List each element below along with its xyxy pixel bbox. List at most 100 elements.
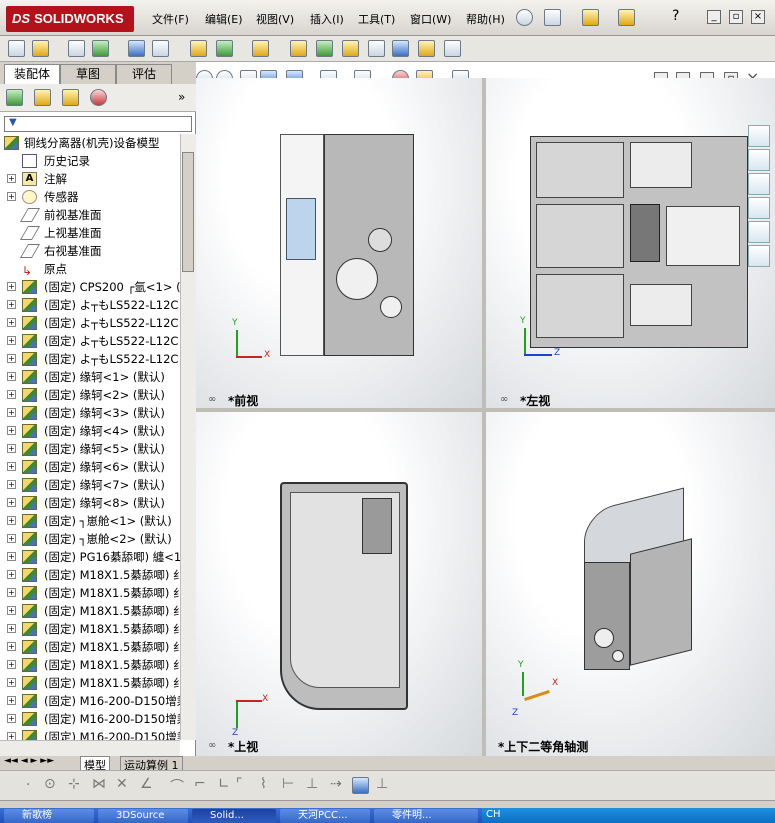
tree-item[interactable]: + (固定) M18X1.5綦舔唧) 纟 xyxy=(0,620,180,638)
appearances-scenes-icon[interactable] xyxy=(748,221,770,243)
edit-component-icon[interactable] xyxy=(68,40,85,57)
angle-icon[interactable]: ∟ xyxy=(218,776,230,792)
viewport-front[interactable]: Y X ∞ *前视 xyxy=(196,78,482,408)
tree-item[interactable]: + (固定) PG16綦舔唧) 纏<1 xyxy=(0,548,180,566)
help-question-icon[interactable]: ? xyxy=(672,8,679,24)
expand-toggle-icon[interactable]: + xyxy=(7,354,16,363)
tree-item[interactable]: 右视基准面 xyxy=(0,242,180,260)
tree-item[interactable]: + (固定) ┐崽舱<1> (默认) xyxy=(0,512,180,530)
expand-toggle-icon[interactable]: + xyxy=(7,282,16,291)
tree-item[interactable]: + (固定) M16-200-D150增乘 xyxy=(0,692,180,710)
tree-item[interactable]: + (固定) M18X1.5綦舔唧) 纟 xyxy=(0,566,180,584)
exploded-view-icon[interactable] xyxy=(342,40,359,57)
3d-sketch-icon[interactable] xyxy=(352,777,369,794)
menu-help[interactable]: 帮助(H) xyxy=(466,11,505,27)
tree-scroll-thumb[interactable] xyxy=(182,152,194,272)
tree-item[interactable]: + (固定) 缘轲<2> (默认) xyxy=(0,386,180,404)
tree-item[interactable]: + (固定) よ┬もLS522-L12C xyxy=(0,332,180,350)
tree-item[interactable]: + (固定) 缘轲<6> (默认) xyxy=(0,458,180,476)
tree-filter-input[interactable]: ▼ xyxy=(4,116,192,132)
restore-button[interactable]: ▫ xyxy=(729,10,743,24)
move-entities-icon[interactable]: ⊥ xyxy=(376,776,388,792)
expand-toggle-icon[interactable]: + xyxy=(7,192,16,201)
rebuild-warning-icon[interactable] xyxy=(618,9,635,26)
link-views-icon[interactable]: ∞ xyxy=(500,394,508,405)
link-views-icon[interactable]: ∞ xyxy=(208,394,216,405)
tree-item[interactable]: + (固定) M18X1.5綦舔唧) 纟 xyxy=(0,602,180,620)
viewport-isometric[interactable]: Y X Z *上下二等角轴测 xyxy=(486,412,775,756)
expand-toggle-icon[interactable]: + xyxy=(7,696,16,705)
taskbar-item-solidworks[interactable]: Solid... xyxy=(192,809,276,823)
tree-item[interactable]: + (固定) M16-200-D150增乘 xyxy=(0,710,180,728)
reference-geometry-icon[interactable] xyxy=(252,40,269,57)
tree-item[interactable]: + (固定) M16-200-D150增乘 xyxy=(0,728,180,740)
expand-toggle-icon[interactable]: + xyxy=(7,480,16,489)
viewport-horizontal-splitter[interactable] xyxy=(196,408,775,412)
tree-item[interactable]: + (固定) M18X1.5綦舔唧) 纟 xyxy=(0,674,180,692)
menu-view[interactable]: 视图(V) xyxy=(256,11,294,27)
expand-toggle-icon[interactable]: + xyxy=(7,426,16,435)
instant3d-icon[interactable] xyxy=(392,40,409,57)
expand-toggle-icon[interactable]: + xyxy=(7,300,16,309)
menu-insert[interactable]: 插入(I) xyxy=(310,11,344,27)
fillet-icon[interactable]: ⌒ xyxy=(170,776,184,796)
expand-toggle-icon[interactable]: + xyxy=(7,318,16,327)
tree-item[interactable]: + (固定) 缘轲<8> (默认) xyxy=(0,494,180,512)
linear-pattern-icon[interactable] xyxy=(92,40,109,57)
bill-of-materials-icon[interactable] xyxy=(316,40,333,57)
tree-item[interactable]: + (固定) CPS200 ┌氩<1> ( xyxy=(0,278,180,296)
expand-toggle-icon[interactable]: + xyxy=(7,660,16,669)
spline-icon[interactable]: ⌇ xyxy=(260,776,267,792)
expand-toggle-icon[interactable]: + xyxy=(7,642,16,651)
tree-item[interactable]: + (固定) M18X1.5綦舔唧) 纟 xyxy=(0,584,180,602)
expand-toggle-icon[interactable]: + xyxy=(7,372,16,381)
tree-item[interactable]: + A 注解 xyxy=(0,170,180,188)
view-palette-icon[interactable] xyxy=(748,197,770,219)
tree-item[interactable]: 前视基准面 xyxy=(0,206,180,224)
expand-chevron-icon[interactable]: » xyxy=(178,90,185,104)
expand-toggle-icon[interactable]: + xyxy=(7,174,16,183)
tab-sketch[interactable]: 草图 xyxy=(60,64,116,84)
tree-horizontal-scrollbar[interactable] xyxy=(0,740,180,756)
tree-item[interactable]: + (固定) ┐崽舱<2> (默认) xyxy=(0,530,180,548)
tab-evaluate[interactable]: 评估 xyxy=(116,64,172,84)
assembly-features-icon[interactable] xyxy=(216,40,233,57)
taskbar-item-pcc[interactable]: 天河PCC... xyxy=(280,809,370,823)
menu-tools[interactable]: 工具(T) xyxy=(358,11,395,27)
design-library-icon[interactable] xyxy=(748,149,770,171)
tree-item[interactable]: ↳ 原点 xyxy=(0,260,180,278)
tab-assembly[interactable]: 装配体 xyxy=(4,64,60,84)
mate-icon[interactable] xyxy=(32,40,49,57)
expand-toggle-icon[interactable]: + xyxy=(7,714,16,723)
menu-window[interactable]: 窗口(W) xyxy=(410,11,451,27)
corner-icon[interactable]: ⌜ xyxy=(236,776,243,792)
new-motion-study-icon[interactable] xyxy=(290,40,307,57)
centerline-icon[interactable]: ⊹ xyxy=(68,776,80,792)
expand-toggle-icon[interactable]: + xyxy=(7,534,16,543)
tree-item[interactable]: + 传感器 xyxy=(0,188,180,206)
tree-item[interactable]: 历史记录 xyxy=(0,152,180,170)
expand-toggle-icon[interactable]: + xyxy=(7,624,16,633)
taskbar-item-parts[interactable]: 零件明... xyxy=(374,809,478,823)
new-document-icon[interactable] xyxy=(544,9,561,26)
file-explorer-icon[interactable] xyxy=(748,173,770,195)
expand-toggle-icon[interactable]: + xyxy=(7,570,16,579)
dimension-icon[interactable]: ⊢ xyxy=(282,776,294,792)
tree-item[interactable]: + (固定) 缘轲<5> (默认) xyxy=(0,440,180,458)
taskbar-item-3dsource[interactable]: 3DSource xyxy=(98,809,188,823)
viewport-left[interactable]: Y Z ∞ *左视 xyxy=(486,78,775,408)
expand-toggle-icon[interactable]: + xyxy=(7,732,16,740)
insert-component-icon[interactable] xyxy=(8,40,25,57)
tree-item[interactable]: + (固定) 缘轲<7> (默认) xyxy=(0,476,180,494)
expand-toggle-icon[interactable]: + xyxy=(7,498,16,507)
feature-tree-icon[interactable] xyxy=(6,89,23,106)
tree-item[interactable]: + (固定) よ┬もLS522-L12C xyxy=(0,350,180,368)
tree-item[interactable]: + (固定) 缘轲<3> (默认) xyxy=(0,404,180,422)
tree-item[interactable]: 上视基准面 xyxy=(0,224,180,242)
expand-toggle-icon[interactable]: + xyxy=(7,606,16,615)
point-icon[interactable]: · xyxy=(26,777,30,793)
move-component-icon[interactable] xyxy=(152,40,169,57)
tree-root-assembly[interactable]: 铜线分离器(机壳)设备模型 xyxy=(0,134,180,152)
show-hidden-icon[interactable] xyxy=(190,40,207,57)
close-button[interactable]: × xyxy=(751,10,765,24)
